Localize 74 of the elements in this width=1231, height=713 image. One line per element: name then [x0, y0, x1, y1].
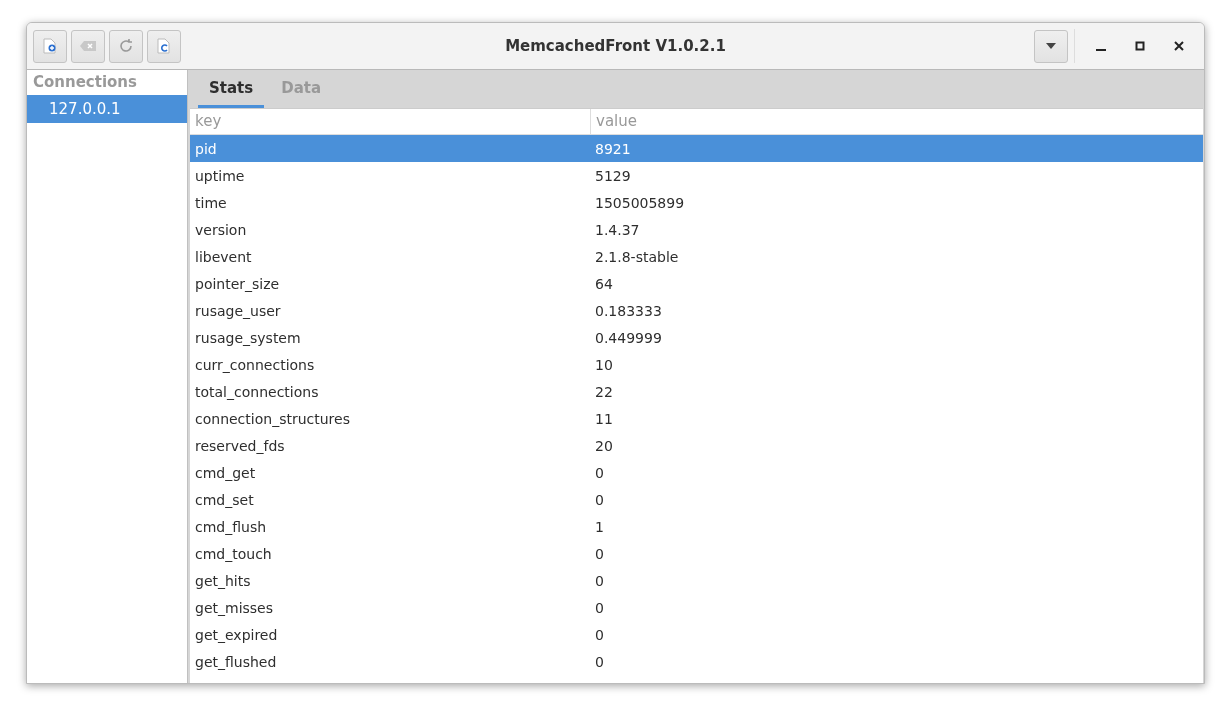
table-row[interactable]: curr_connections 10 — [190, 351, 1203, 378]
key-cell-text: total_connections — [194, 383, 320, 400]
refresh-icon — [118, 38, 134, 54]
value-cell-text: 0 — [594, 572, 604, 589]
table-row[interactable]: cmd_touch 0 — [190, 540, 1203, 567]
table-row[interactable]: pointer_size 64 — [190, 270, 1203, 297]
value-cell-text: 0 — [594, 653, 604, 670]
reload-document-button[interactable] — [147, 29, 181, 63]
table-row[interactable]: get_flushed 0 — [190, 648, 1203, 675]
value-cell-text: 2.1.8-stable — [594, 248, 679, 265]
key-cell-text: version — [194, 221, 248, 238]
table-row[interactable]: libevent 2.1.8-stable — [190, 243, 1203, 270]
table-row[interactable]: cmd_set 0 — [190, 486, 1203, 513]
key-cell-text: rusage_system — [194, 329, 302, 346]
value-cell-text: 1 — [594, 518, 604, 535]
key-cell-text: uptime — [194, 167, 246, 184]
refresh-button[interactable] — [109, 29, 143, 63]
value-cell-text: 0 — [594, 464, 604, 481]
key-cell-text: curr_connections — [194, 356, 316, 373]
backspace-icon — [79, 40, 97, 52]
value-cell-text: 1505005899 — [594, 194, 685, 211]
key-cell-text: reserved_fds — [194, 437, 286, 454]
close-icon — [1173, 41, 1184, 51]
key-cell-text: get_flushed — [194, 653, 278, 670]
value-cell-text: 10 — [594, 356, 613, 373]
table-row[interactable]: time 1505005899 — [190, 189, 1203, 216]
key-cell-text: cmd_get — [194, 464, 257, 481]
value-cell-text: 0 — [594, 626, 604, 643]
value-cell-text: 0 — [594, 491, 604, 508]
document-plus-icon — [43, 38, 57, 54]
value-cell-text: 1.4.37 — [594, 221, 640, 238]
key-cell-text: pointer_size — [194, 275, 281, 292]
key-cell-text: get_misses — [194, 599, 274, 616]
key-cell-text: cmd_flush — [194, 518, 268, 535]
caret-icon — [1046, 43, 1056, 49]
key-cell-text: connection_structures — [194, 410, 351, 427]
value-cell-text: 0 — [594, 545, 604, 562]
table-row[interactable]: uptime 5129 — [190, 162, 1203, 189]
sidebar-header: Connections — [32, 72, 138, 93]
value-cell-text: 22 — [594, 383, 613, 400]
key-cell-text: cmd_set — [194, 491, 255, 508]
menu-button[interactable] — [1034, 29, 1068, 63]
table-row[interactable]: get_expired 0 — [190, 621, 1203, 648]
new-connection-button[interactable] — [33, 29, 67, 63]
key-cell-text: cmd_touch — [194, 545, 273, 562]
value-cell-text: 64 — [594, 275, 613, 292]
table-row[interactable]: reserved_fds 20 — [190, 432, 1203, 459]
table-row[interactable]: cmd_flush 1 — [190, 513, 1203, 540]
table-row[interactable]: get_hits 0 — [190, 567, 1203, 594]
table-row[interactable]: version 1.4.37 — [190, 216, 1203, 243]
minimize-icon — [1095, 49, 1106, 51]
document-refresh-icon — [157, 38, 171, 54]
key-cell-text: get_hits — [194, 572, 252, 589]
value-cell-text: 8921 — [594, 140, 631, 157]
table-row[interactable]: total_connections 22 — [190, 378, 1203, 405]
window-title: MemcachedFront V1.0.2.1 — [504, 37, 727, 55]
delete-connection-button[interactable] — [71, 29, 105, 63]
table-row[interactable]: cmd_get 0 — [190, 459, 1203, 486]
table-row[interactable]: rusage_user 0.183333 — [190, 297, 1203, 324]
value-cell-text: 0.183333 — [594, 302, 662, 319]
table-row[interactable]: get_misses 0 — [190, 594, 1203, 621]
table-row[interactable]: rusage_system 0.449999 — [190, 324, 1203, 351]
value-cell-text: 5129 — [594, 167, 631, 184]
value-cell-text: 11 — [594, 410, 613, 427]
key-cell-text: rusage_user — [194, 302, 282, 319]
key-cell-text: time — [194, 194, 228, 211]
table-row[interactable]: connection_structures 11 — [190, 405, 1203, 432]
value-cell-text: 0 — [594, 599, 604, 616]
key-cell-text: libevent — [194, 248, 253, 265]
key-cell-text: get_expired — [194, 626, 279, 643]
key-cell-text: pid — [194, 140, 218, 157]
value-cell-text: 0.449999 — [594, 329, 662, 346]
value-cell-text: 20 — [594, 437, 613, 454]
maximize-icon — [1134, 41, 1145, 51]
